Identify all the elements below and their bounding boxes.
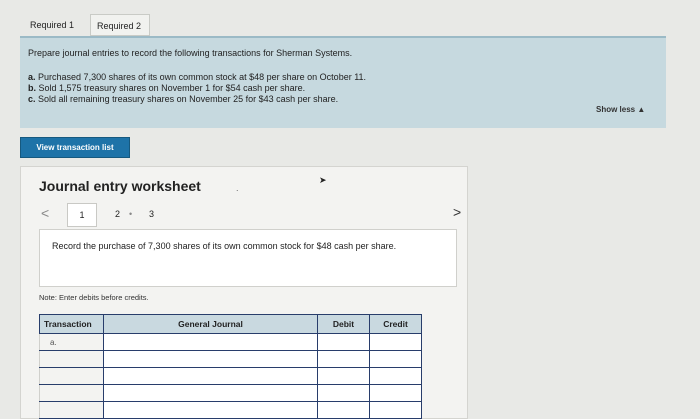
entry-description-box: Record the purchase of 7,300 shares of i…	[39, 229, 457, 287]
header-credit: Credit	[369, 314, 422, 334]
transaction-item-c: c. Sold all remaining treasury shares on…	[28, 94, 366, 105]
transaction-cell	[39, 401, 104, 419]
show-less-link[interactable]: Show less ▲	[596, 105, 645, 114]
item-letter: a.	[28, 72, 36, 82]
transaction-item-a: a. Purchased 7,300 shares of its own com…	[28, 72, 366, 83]
credit-input[interactable]	[369, 350, 422, 368]
item-text: Sold all remaining treasury shares on No…	[38, 94, 339, 104]
item-text: Purchased 7,300 shares of its own common…	[38, 72, 367, 82]
account-input[interactable]	[103, 384, 318, 402]
mouse-cursor-icon: ➤	[319, 175, 327, 185]
account-input[interactable]	[103, 350, 318, 368]
tab-label: Required 1	[30, 20, 75, 30]
item-text: Sold 1,575 treasury shares on November 1…	[38, 83, 306, 93]
chevron-right-icon[interactable]: >	[453, 204, 461, 220]
decorative-dot: .	[236, 183, 239, 193]
credit-input[interactable]	[369, 367, 422, 385]
note-text: Note: Enter debits before credits.	[39, 293, 149, 302]
tab-required-2[interactable]: Required 2	[90, 14, 150, 36]
transaction-cell	[39, 384, 104, 402]
debit-input[interactable]	[317, 333, 370, 351]
table-row: a.	[39, 333, 422, 351]
view-transaction-list-button[interactable]: View transaction list	[20, 137, 130, 158]
transaction-cell: a.	[39, 333, 104, 351]
problem-panel: Prepare journal entries to record the fo…	[20, 36, 666, 128]
entry-description: Record the purchase of 7,300 shares of i…	[52, 241, 397, 251]
header-general-journal: General Journal	[103, 314, 318, 334]
credit-input[interactable]	[369, 384, 422, 402]
debit-input[interactable]	[317, 367, 370, 385]
header-transaction: Transaction	[39, 314, 104, 334]
header-debit: Debit	[317, 314, 370, 334]
chevron-left-icon[interactable]: <	[41, 205, 49, 221]
table-row	[39, 384, 422, 402]
account-input[interactable]	[103, 333, 318, 351]
tab-required-1[interactable]: Required 1	[24, 14, 82, 36]
page-3-button[interactable]: 3	[149, 209, 154, 219]
transaction-item-b: b. Sold 1,575 treasury shares on Novembe…	[28, 83, 366, 94]
credit-input[interactable]	[369, 401, 422, 419]
transaction-list: a. Purchased 7,300 shares of its own com…	[28, 72, 366, 105]
page-2-button[interactable]: 2	[115, 209, 120, 219]
problem-intro: Prepare journal entries to record the fo…	[28, 48, 353, 58]
account-input[interactable]	[103, 401, 318, 419]
transaction-cell	[39, 367, 104, 385]
item-letter: c.	[28, 94, 36, 104]
credit-input[interactable]	[369, 333, 422, 351]
journal-entry-worksheet: Journal entry worksheet . ➤ < 1 2 • 3 Re…	[20, 166, 468, 419]
table-header-row: Transaction General Journal Debit Credit	[39, 314, 422, 334]
debit-input[interactable]	[317, 350, 370, 368]
table-row	[39, 401, 422, 419]
item-letter: b.	[28, 83, 36, 93]
page-1-button[interactable]: 1	[67, 203, 97, 227]
table-row	[39, 367, 422, 385]
worksheet-title: Journal entry worksheet	[39, 178, 201, 194]
account-input[interactable]	[103, 367, 318, 385]
debit-input[interactable]	[317, 401, 370, 419]
table-row	[39, 350, 422, 368]
page-separator: •	[129, 209, 133, 219]
transaction-cell	[39, 350, 104, 368]
journal-table: Transaction General Journal Debit Credit…	[39, 314, 422, 419]
tab-label: Required 2	[97, 21, 142, 31]
debit-input[interactable]	[317, 384, 370, 402]
